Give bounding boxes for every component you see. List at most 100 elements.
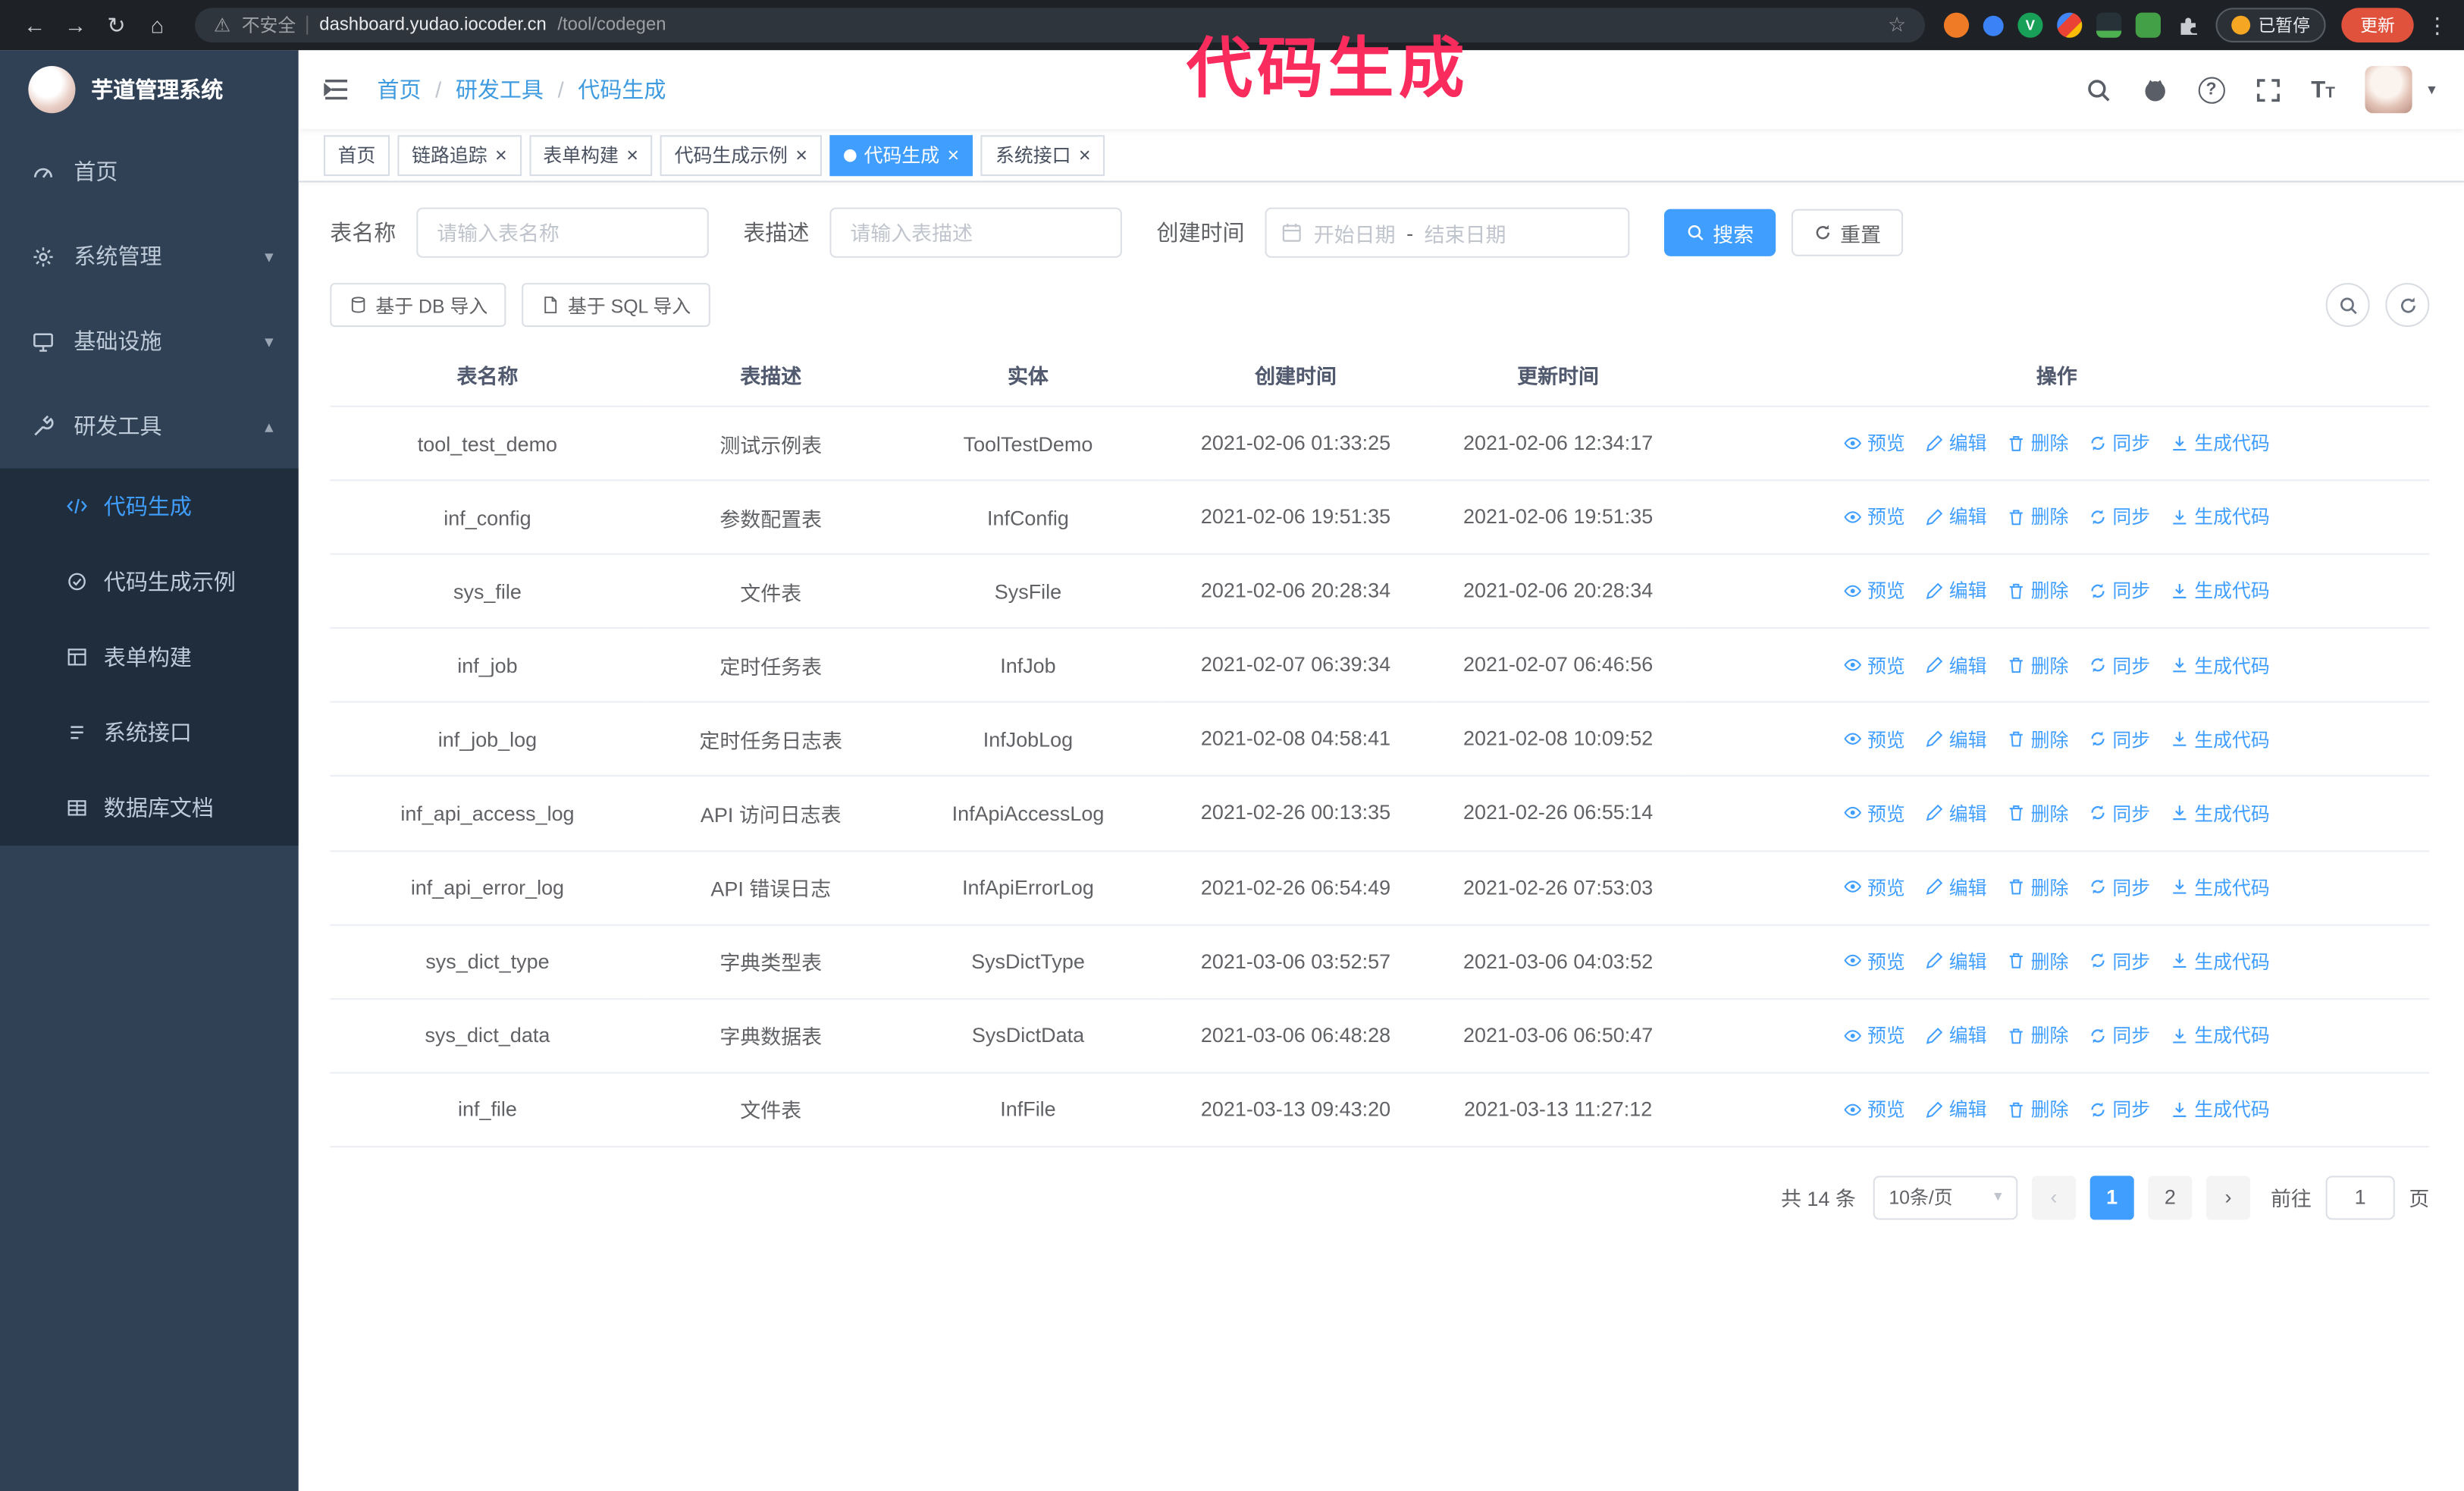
preview-link[interactable]: 预览 <box>1844 948 1905 975</box>
toggle-search-button[interactable] <box>2325 283 2370 328</box>
browser-reload-button[interactable]: ↻ <box>98 6 136 44</box>
edit-link[interactable]: 编辑 <box>1926 504 1987 530</box>
paused-extension-badge[interactable]: 已暂停 <box>2215 8 2326 42</box>
sidebar-item-form-builder[interactable]: 表单构建 <box>0 620 299 695</box>
delete-link[interactable]: 删除 <box>2008 800 2068 827</box>
sync-link[interactable]: 同步 <box>2089 504 2150 530</box>
edit-link[interactable]: 编辑 <box>1926 651 1987 678</box>
generate-code-link[interactable]: 生成代码 <box>2171 1022 2270 1048</box>
tab-codegen[interactable]: 代码生成 × <box>829 134 973 176</box>
generate-code-link[interactable]: 生成代码 <box>2171 1096 2270 1122</box>
edit-link[interactable]: 编辑 <box>1926 578 1987 604</box>
delete-link[interactable]: 删除 <box>2008 726 2068 752</box>
sync-link[interactable]: 同步 <box>2089 726 2150 752</box>
edit-link[interactable]: 编辑 <box>1926 800 1987 827</box>
tab-home[interactable]: 首页 <box>323 134 390 176</box>
preview-link[interactable]: 预览 <box>1844 578 1905 604</box>
generate-code-link[interactable]: 生成代码 <box>2171 948 2270 975</box>
delete-link[interactable]: 删除 <box>2008 504 2068 530</box>
preview-link[interactable]: 预览 <box>1844 504 1905 530</box>
next-page-button[interactable]: › <box>2206 1176 2251 1220</box>
sidebar-item-devtools[interactable]: 研发工具 ▴ <box>0 384 299 469</box>
extensions-puzzle-icon[interactable] <box>2175 13 2200 38</box>
sidebar-item-home[interactable]: 首页 <box>0 129 299 214</box>
help-icon[interactable]: ? <box>2198 76 2225 103</box>
tab-form-builder[interactable]: 表单构建 × <box>528 134 653 176</box>
sidebar-item-codegen[interactable]: 代码生成 <box>0 469 299 544</box>
page-button-1[interactable]: 1 <box>2089 1176 2134 1220</box>
delete-link[interactable]: 删除 <box>2008 578 2068 604</box>
breadcrumb-home[interactable]: 首页 <box>377 74 421 105</box>
font-size-icon[interactable]: TT <box>2311 77 2335 103</box>
date-range-picker[interactable]: 开始日期 - 结束日期 <box>1265 207 1630 258</box>
user-avatar[interactable] <box>2365 66 2412 114</box>
generate-code-link[interactable]: 生成代码 <box>2171 874 2270 900</box>
sync-link[interactable]: 同步 <box>2089 948 2150 975</box>
extension-icon-2[interactable] <box>1983 14 2004 36</box>
search-icon[interactable] <box>2085 77 2111 103</box>
preview-link[interactable]: 预览 <box>1844 429 1905 456</box>
sync-link[interactable]: 同步 <box>2089 1096 2150 1122</box>
browser-forward-button[interactable]: → <box>57 6 95 44</box>
sidebar-item-api[interactable]: 系统接口 <box>0 695 299 770</box>
table-name-input[interactable] <box>416 207 709 258</box>
delete-link[interactable]: 删除 <box>2008 1096 2068 1122</box>
tab-close-icon[interactable]: × <box>495 145 507 165</box>
tab-close-icon[interactable]: × <box>626 145 638 165</box>
refresh-table-button[interactable] <box>2385 283 2430 328</box>
browser-home-button[interactable]: ⌂ <box>138 6 176 44</box>
tab-close-icon[interactable]: × <box>948 145 960 165</box>
extension-icon-6[interactable] <box>2135 12 2161 38</box>
breadcrumb-devtools[interactable]: 研发工具 <box>456 74 544 105</box>
delete-link[interactable]: 删除 <box>2008 874 2068 900</box>
edit-link[interactable]: 编辑 <box>1926 948 1987 975</box>
table-desc-input[interactable] <box>829 207 1122 258</box>
edit-link[interactable]: 编辑 <box>1926 1096 1987 1122</box>
browser-back-button[interactable]: ← <box>16 6 54 44</box>
address-bar[interactable]: ⚠ 不安全 dashboard.yudao.iocoder.cn/tool/co… <box>195 8 1926 42</box>
sidebar-item-system[interactable]: 系统管理 ▾ <box>0 214 299 299</box>
github-icon[interactable] <box>2141 77 2168 103</box>
generate-code-link[interactable]: 生成代码 <box>2171 651 2270 678</box>
import-db-button[interactable]: 基于 DB 导入 <box>330 283 507 328</box>
sidebar-item-db-doc[interactable]: 数据库文档 <box>0 771 299 846</box>
hamburger-icon[interactable] <box>321 74 352 105</box>
extension-icon-5[interactable] <box>2096 12 2122 38</box>
goto-page-input[interactable] <box>2325 1176 2395 1220</box>
delete-link[interactable]: 删除 <box>2008 1022 2068 1048</box>
page-size-select[interactable]: 10条/页 ▾ <box>1873 1176 2018 1220</box>
app-logo[interactable]: 芋道管理系统 <box>0 50 299 129</box>
generate-code-link[interactable]: 生成代码 <box>2171 429 2270 456</box>
tab-close-icon[interactable]: × <box>795 145 807 165</box>
page-button-2[interactable]: 2 <box>2148 1176 2193 1220</box>
bookmark-star-icon[interactable]: ☆ <box>1888 13 1906 38</box>
edit-link[interactable]: 编辑 <box>1926 726 1987 752</box>
sidebar-item-codegen-example[interactable]: 代码生成示例 <box>0 544 299 619</box>
generate-code-link[interactable]: 生成代码 <box>2171 504 2270 530</box>
browser-menu-icon[interactable]: ⋮ <box>2426 12 2448 39</box>
preview-link[interactable]: 预览 <box>1844 1022 1905 1048</box>
preview-link[interactable]: 预览 <box>1844 800 1905 827</box>
sync-link[interactable]: 同步 <box>2089 578 2150 604</box>
preview-link[interactable]: 预览 <box>1844 874 1905 900</box>
sidebar-item-infra[interactable]: 基础设施 ▾ <box>0 299 299 384</box>
prev-page-button[interactable]: ‹ <box>2031 1176 2076 1220</box>
extension-icon-1[interactable] <box>1943 12 1970 38</box>
avatar-caret-icon[interactable]: ▾ <box>2428 81 2435 99</box>
sync-link[interactable]: 同步 <box>2089 1022 2150 1048</box>
sync-link[interactable]: 同步 <box>2089 800 2150 827</box>
delete-link[interactable]: 删除 <box>2008 651 2068 678</box>
extension-icon-3[interactable]: V <box>2017 12 2043 38</box>
sync-link[interactable]: 同步 <box>2089 874 2150 900</box>
preview-link[interactable]: 预览 <box>1844 726 1905 752</box>
delete-link[interactable]: 删除 <box>2008 429 2068 456</box>
generate-code-link[interactable]: 生成代码 <box>2171 578 2270 604</box>
tab-codegen-example[interactable]: 代码生成示例 × <box>660 134 822 176</box>
search-button[interactable]: 搜索 <box>1663 209 1776 256</box>
tab-api[interactable]: 系统接口 × <box>981 134 1105 176</box>
reset-button[interactable]: 重置 <box>1791 209 1904 256</box>
delete-link[interactable]: 删除 <box>2008 948 2068 975</box>
generate-code-link[interactable]: 生成代码 <box>2171 726 2270 752</box>
extension-icon-4[interactable] <box>2057 12 2083 38</box>
edit-link[interactable]: 编辑 <box>1926 1022 1987 1048</box>
